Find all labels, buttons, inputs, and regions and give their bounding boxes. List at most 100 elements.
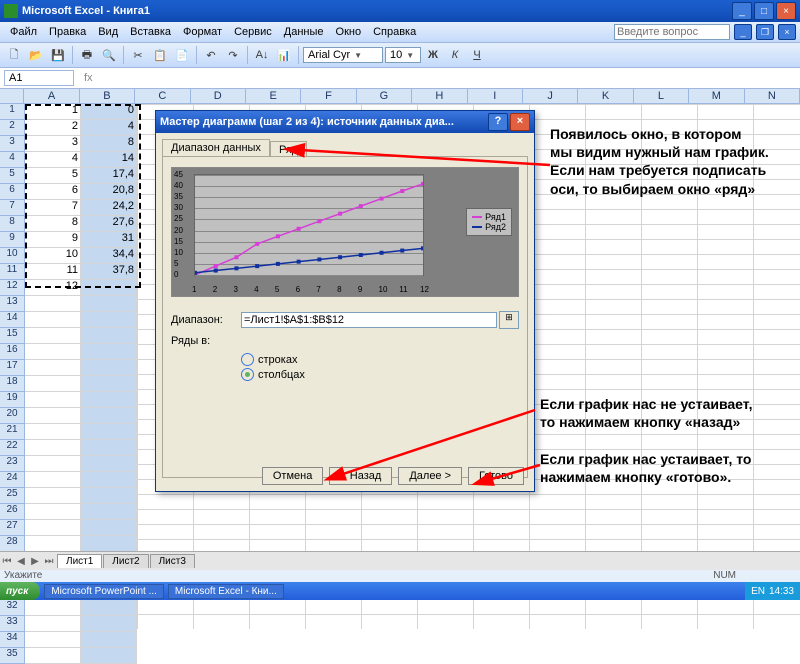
tab-nav-first[interactable]: ⏮ — [0, 556, 14, 567]
row-header[interactable]: 16 — [0, 344, 25, 360]
cell[interactable] — [81, 424, 137, 440]
row-header[interactable]: 7 — [0, 200, 25, 216]
start-button[interactable]: пуск — [0, 582, 40, 600]
row-header[interactable]: 13 — [0, 296, 25, 312]
row-header[interactable]: 35 — [0, 648, 25, 664]
save-icon[interactable]: 💾 — [48, 45, 68, 65]
row-header[interactable]: 10 — [0, 248, 25, 264]
cell[interactable] — [25, 440, 81, 456]
cell[interactable] — [25, 408, 81, 424]
row-header[interactable]: 5 — [0, 168, 25, 184]
cell[interactable] — [81, 312, 137, 328]
cell[interactable] — [25, 472, 81, 488]
minimize-button[interactable]: _ — [732, 2, 752, 20]
preview-icon[interactable]: 🔍 — [99, 45, 119, 65]
cell[interactable] — [81, 616, 137, 632]
task-powerpoint[interactable]: Microsoft PowerPoint ... — [44, 584, 164, 599]
doc-restore-button[interactable]: ❐ — [756, 24, 774, 40]
new-icon[interactable]: 🗋 — [4, 45, 24, 65]
doc-minimize-button[interactable]: _ — [734, 24, 752, 40]
cell[interactable] — [81, 360, 137, 376]
col-header[interactable]: F — [301, 89, 356, 103]
row-header[interactable]: 2 — [0, 120, 25, 136]
undo-icon[interactable]: ↶ — [201, 45, 221, 65]
sheet-tab-3[interactable]: Лист3 — [150, 554, 195, 568]
fx-icon[interactable]: fx — [84, 72, 93, 84]
bold-button[interactable]: Ж — [423, 45, 443, 65]
maximize-button[interactable]: □ — [754, 2, 774, 20]
cell[interactable] — [81, 456, 137, 472]
dialog-close-button[interactable]: × — [510, 113, 530, 131]
sheet-tab-2[interactable]: Лист2 — [103, 554, 148, 568]
cut-icon[interactable]: ✂ — [128, 45, 148, 65]
ask-question-input[interactable] — [614, 24, 730, 40]
cell[interactable] — [25, 360, 81, 376]
cell[interactable] — [25, 616, 81, 632]
cell[interactable] — [25, 632, 81, 648]
row-header[interactable]: 9 — [0, 232, 25, 248]
cell[interactable] — [81, 520, 137, 536]
font-name-box[interactable]: Arial Cyr▼ — [303, 47, 383, 63]
row-header[interactable]: 19 — [0, 392, 25, 408]
col-header[interactable]: H — [412, 89, 467, 103]
col-header[interactable]: D — [191, 89, 246, 103]
cell[interactable] — [81, 328, 137, 344]
cell[interactable] — [25, 392, 81, 408]
row-header[interactable]: 28 — [0, 536, 25, 552]
redo-icon[interactable]: ↷ — [223, 45, 243, 65]
row-header[interactable]: 12 — [0, 280, 25, 296]
row-header[interactable]: 14 — [0, 312, 25, 328]
select-all-corner[interactable] — [0, 89, 24, 103]
cell[interactable] — [25, 312, 81, 328]
print-icon[interactable]: 🖶 — [77, 45, 97, 65]
paste-icon[interactable]: 📄 — [172, 45, 192, 65]
row-header[interactable]: 17 — [0, 360, 25, 376]
row-header[interactable]: 23 — [0, 456, 25, 472]
tab-nav-next[interactable]: ▶ — [28, 556, 42, 567]
row-header[interactable]: 32 — [0, 600, 25, 616]
cell[interactable] — [81, 376, 137, 392]
range-ref-button[interactable]: ⊞ — [499, 311, 519, 329]
row-header[interactable]: 15 — [0, 328, 25, 344]
cell[interactable] — [81, 472, 137, 488]
sheet-tab-1[interactable]: Лист1 — [57, 554, 102, 568]
cell[interactable] — [81, 504, 137, 520]
cell[interactable] — [25, 488, 81, 504]
col-header[interactable]: I — [468, 89, 523, 103]
close-button[interactable]: × — [776, 2, 796, 20]
radio-rows[interactable]: строках — [241, 353, 519, 366]
col-header[interactable]: E — [246, 89, 301, 103]
italic-button[interactable]: К — [445, 45, 465, 65]
row-header[interactable]: 8 — [0, 216, 25, 232]
radio-columns[interactable]: столбцах — [241, 368, 519, 381]
open-icon[interactable]: 📂 — [26, 45, 46, 65]
cell[interactable] — [25, 504, 81, 520]
row-header[interactable]: 11 — [0, 264, 25, 280]
menu-help[interactable]: Справка — [367, 24, 422, 40]
col-header[interactable]: M — [689, 89, 744, 103]
col-header[interactable]: J — [523, 89, 578, 103]
col-header[interactable]: A — [24, 89, 79, 103]
menu-tools[interactable]: Сервис — [228, 24, 278, 40]
row-header[interactable]: 34 — [0, 632, 25, 648]
name-box[interactable]: A1 — [4, 70, 74, 86]
cell[interactable] — [25, 328, 81, 344]
cell[interactable] — [25, 600, 81, 616]
cell[interactable] — [81, 536, 137, 552]
system-tray[interactable]: EN14:33 — [745, 582, 800, 600]
cell[interactable] — [81, 392, 137, 408]
doc-close-button[interactable]: × — [778, 24, 796, 40]
cell[interactable] — [25, 648, 81, 664]
col-header[interactable]: N — [745, 89, 800, 103]
col-header[interactable]: G — [357, 89, 412, 103]
underline-button[interactable]: Ч — [467, 45, 487, 65]
tab-nav-last[interactable]: ⏭ — [42, 556, 56, 567]
copy-icon[interactable]: 📋 — [150, 45, 170, 65]
cancel-button[interactable]: Отмена — [262, 467, 323, 485]
cell[interactable] — [25, 456, 81, 472]
row-header[interactable]: 25 — [0, 488, 25, 504]
range-input[interactable] — [241, 312, 497, 328]
row-header[interactable]: 1 — [0, 104, 25, 120]
row-header[interactable]: 27 — [0, 520, 25, 536]
tab-data-range[interactable]: Диапазон данных — [162, 139, 270, 156]
